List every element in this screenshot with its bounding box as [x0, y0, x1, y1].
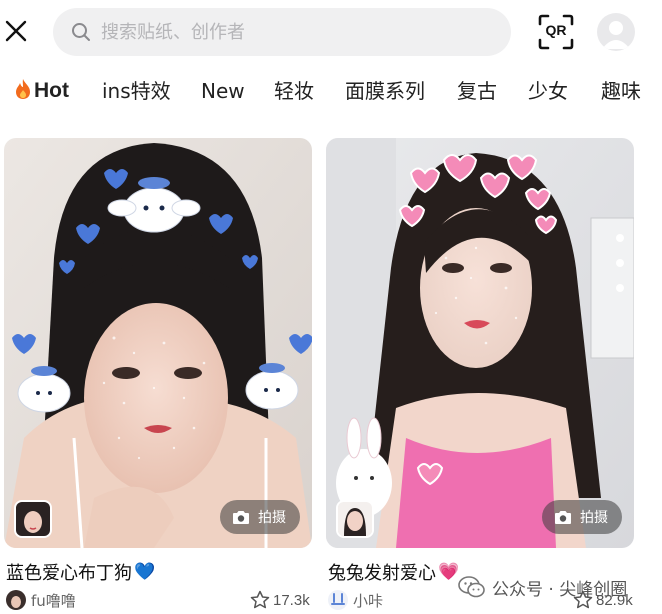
shoot-label: 拍摄: [580, 510, 608, 526]
search-input[interactable]: [101, 21, 481, 43]
creator-info[interactable]: fu噜噜: [6, 588, 76, 612]
wechat-icon: [458, 576, 485, 598]
creator-name: 小咔: [353, 591, 384, 610]
camera-icon: [233, 510, 249, 524]
tab-fun[interactable]: 趣味: [601, 78, 641, 104]
like-count-value: 82.9k: [596, 591, 633, 609]
tab-new[interactable]: New: [201, 78, 245, 104]
category-tabs: Hot ins特效 New 轻妆 面膜系列 复古 少女 趣味: [0, 70, 662, 112]
effect-card[interactable]: 拍摄: [326, 138, 634, 548]
tab-hot[interactable]: Hot: [14, 78, 69, 104]
camera-icon: [555, 510, 571, 524]
creator-avatar: [328, 590, 348, 610]
effect-title-text: 蓝色爱心布丁狗: [6, 563, 132, 584]
tab-label: ins特效: [102, 79, 171, 103]
tab-retro[interactable]: 复古: [457, 78, 497, 104]
tab-label: 趣味: [601, 79, 641, 103]
creator-thumbnail: [336, 500, 374, 538]
tab-label: 面膜系列: [345, 79, 425, 103]
effect-preview-image: [326, 138, 634, 548]
shoot-button[interactable]: 拍摄: [220, 500, 300, 534]
effect-title-text: 兔兔发射爱心: [328, 563, 436, 584]
shoot-button[interactable]: 拍摄: [542, 500, 622, 534]
qr-scan-button[interactable]: QR: [538, 14, 574, 50]
blue-heart-icon: 💙: [134, 562, 156, 582]
close-icon: [5, 20, 27, 42]
tab-mask-series[interactable]: 面膜系列: [345, 78, 425, 104]
close-button[interactable]: [4, 14, 28, 48]
creator-thumbnail: [14, 500, 52, 538]
shoot-label: 拍摄: [258, 510, 286, 526]
creator-info[interactable]: 小咔: [328, 588, 383, 612]
tab-ins-effects[interactable]: ins特效: [102, 78, 171, 104]
effect-title[interactable]: 兔兔发射爱心 💗: [328, 559, 459, 585]
tab-label: Hot: [34, 79, 69, 102]
like-count-value: 17.3k: [273, 591, 310, 609]
effect-card[interactable]: 拍摄: [4, 138, 312, 548]
tab-label: 复古: [457, 79, 497, 103]
effect-title[interactable]: 蓝色爱心布丁狗 💙: [6, 559, 155, 585]
like-count[interactable]: 17.3k: [250, 588, 310, 612]
fire-icon: [16, 79, 30, 99]
tab-light-makeup[interactable]: 轻妆: [274, 78, 314, 104]
user-avatar[interactable]: [597, 13, 635, 51]
top-bar: QR: [0, 0, 662, 62]
tab-label: New: [201, 79, 245, 103]
qr-label: QR: [545, 22, 567, 38]
like-count[interactable]: 82.9k: [573, 588, 633, 612]
tab-girl[interactable]: 少女: [528, 78, 568, 104]
search-icon: [72, 23, 90, 41]
effect-preview-image: [4, 138, 312, 548]
pink-heart-icon: 💗: [438, 562, 460, 582]
tab-label: 轻妆: [274, 79, 314, 103]
star-icon: [573, 590, 593, 609]
star-icon: [250, 590, 270, 609]
search-bar[interactable]: [53, 8, 511, 56]
user-icon: [602, 21, 630, 49]
creator-avatar: [6, 590, 26, 610]
tab-label: 少女: [528, 79, 568, 103]
creator-name: fu噜噜: [31, 591, 76, 610]
